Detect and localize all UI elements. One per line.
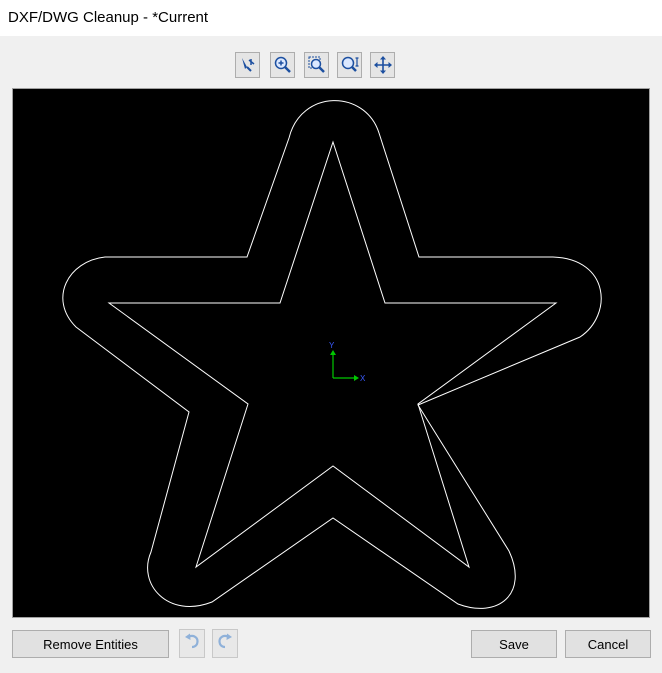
cancel-button[interactable]: Cancel: [565, 630, 651, 658]
y-axis-label: Y: [329, 341, 335, 350]
zoom-extents-icon: [340, 55, 360, 75]
x-axis-label: X: [360, 374, 366, 383]
pan-button[interactable]: [370, 52, 395, 78]
undo-icon: [183, 632, 201, 655]
zoom-extents-button[interactable]: [337, 52, 362, 78]
remove-entities-button[interactable]: Remove Entities: [12, 630, 169, 658]
zoom-window-icon: [307, 55, 327, 75]
select-entity-icon: [238, 55, 258, 75]
drawing-canvas[interactable]: Y X: [12, 88, 650, 618]
zoom-in-icon: [273, 55, 293, 75]
save-label: Save: [499, 636, 529, 652]
zoom-in-button[interactable]: [270, 52, 295, 78]
pan-icon: [373, 55, 393, 75]
window-title: DXF/DWG Cleanup - *Current: [8, 9, 209, 26]
select-entity-button[interactable]: [235, 52, 260, 78]
title-bar: DXF/DWG Cleanup - *Current: [0, 0, 662, 36]
redo-icon: [216, 632, 234, 655]
dxf-drawing: Y X: [62, 100, 602, 609]
save-button[interactable]: Save: [471, 630, 557, 658]
origin-axis-indicator: Y X: [329, 341, 366, 383]
x-axis-arrow: [354, 375, 359, 381]
redo-button[interactable]: [212, 629, 238, 658]
cancel-label: Cancel: [587, 636, 629, 652]
remove-entities-label: Remove Entities: [43, 636, 138, 652]
undo-button[interactable]: [179, 629, 205, 658]
zoom-window-button[interactable]: [304, 52, 329, 78]
y-axis-arrow: [330, 350, 336, 355]
